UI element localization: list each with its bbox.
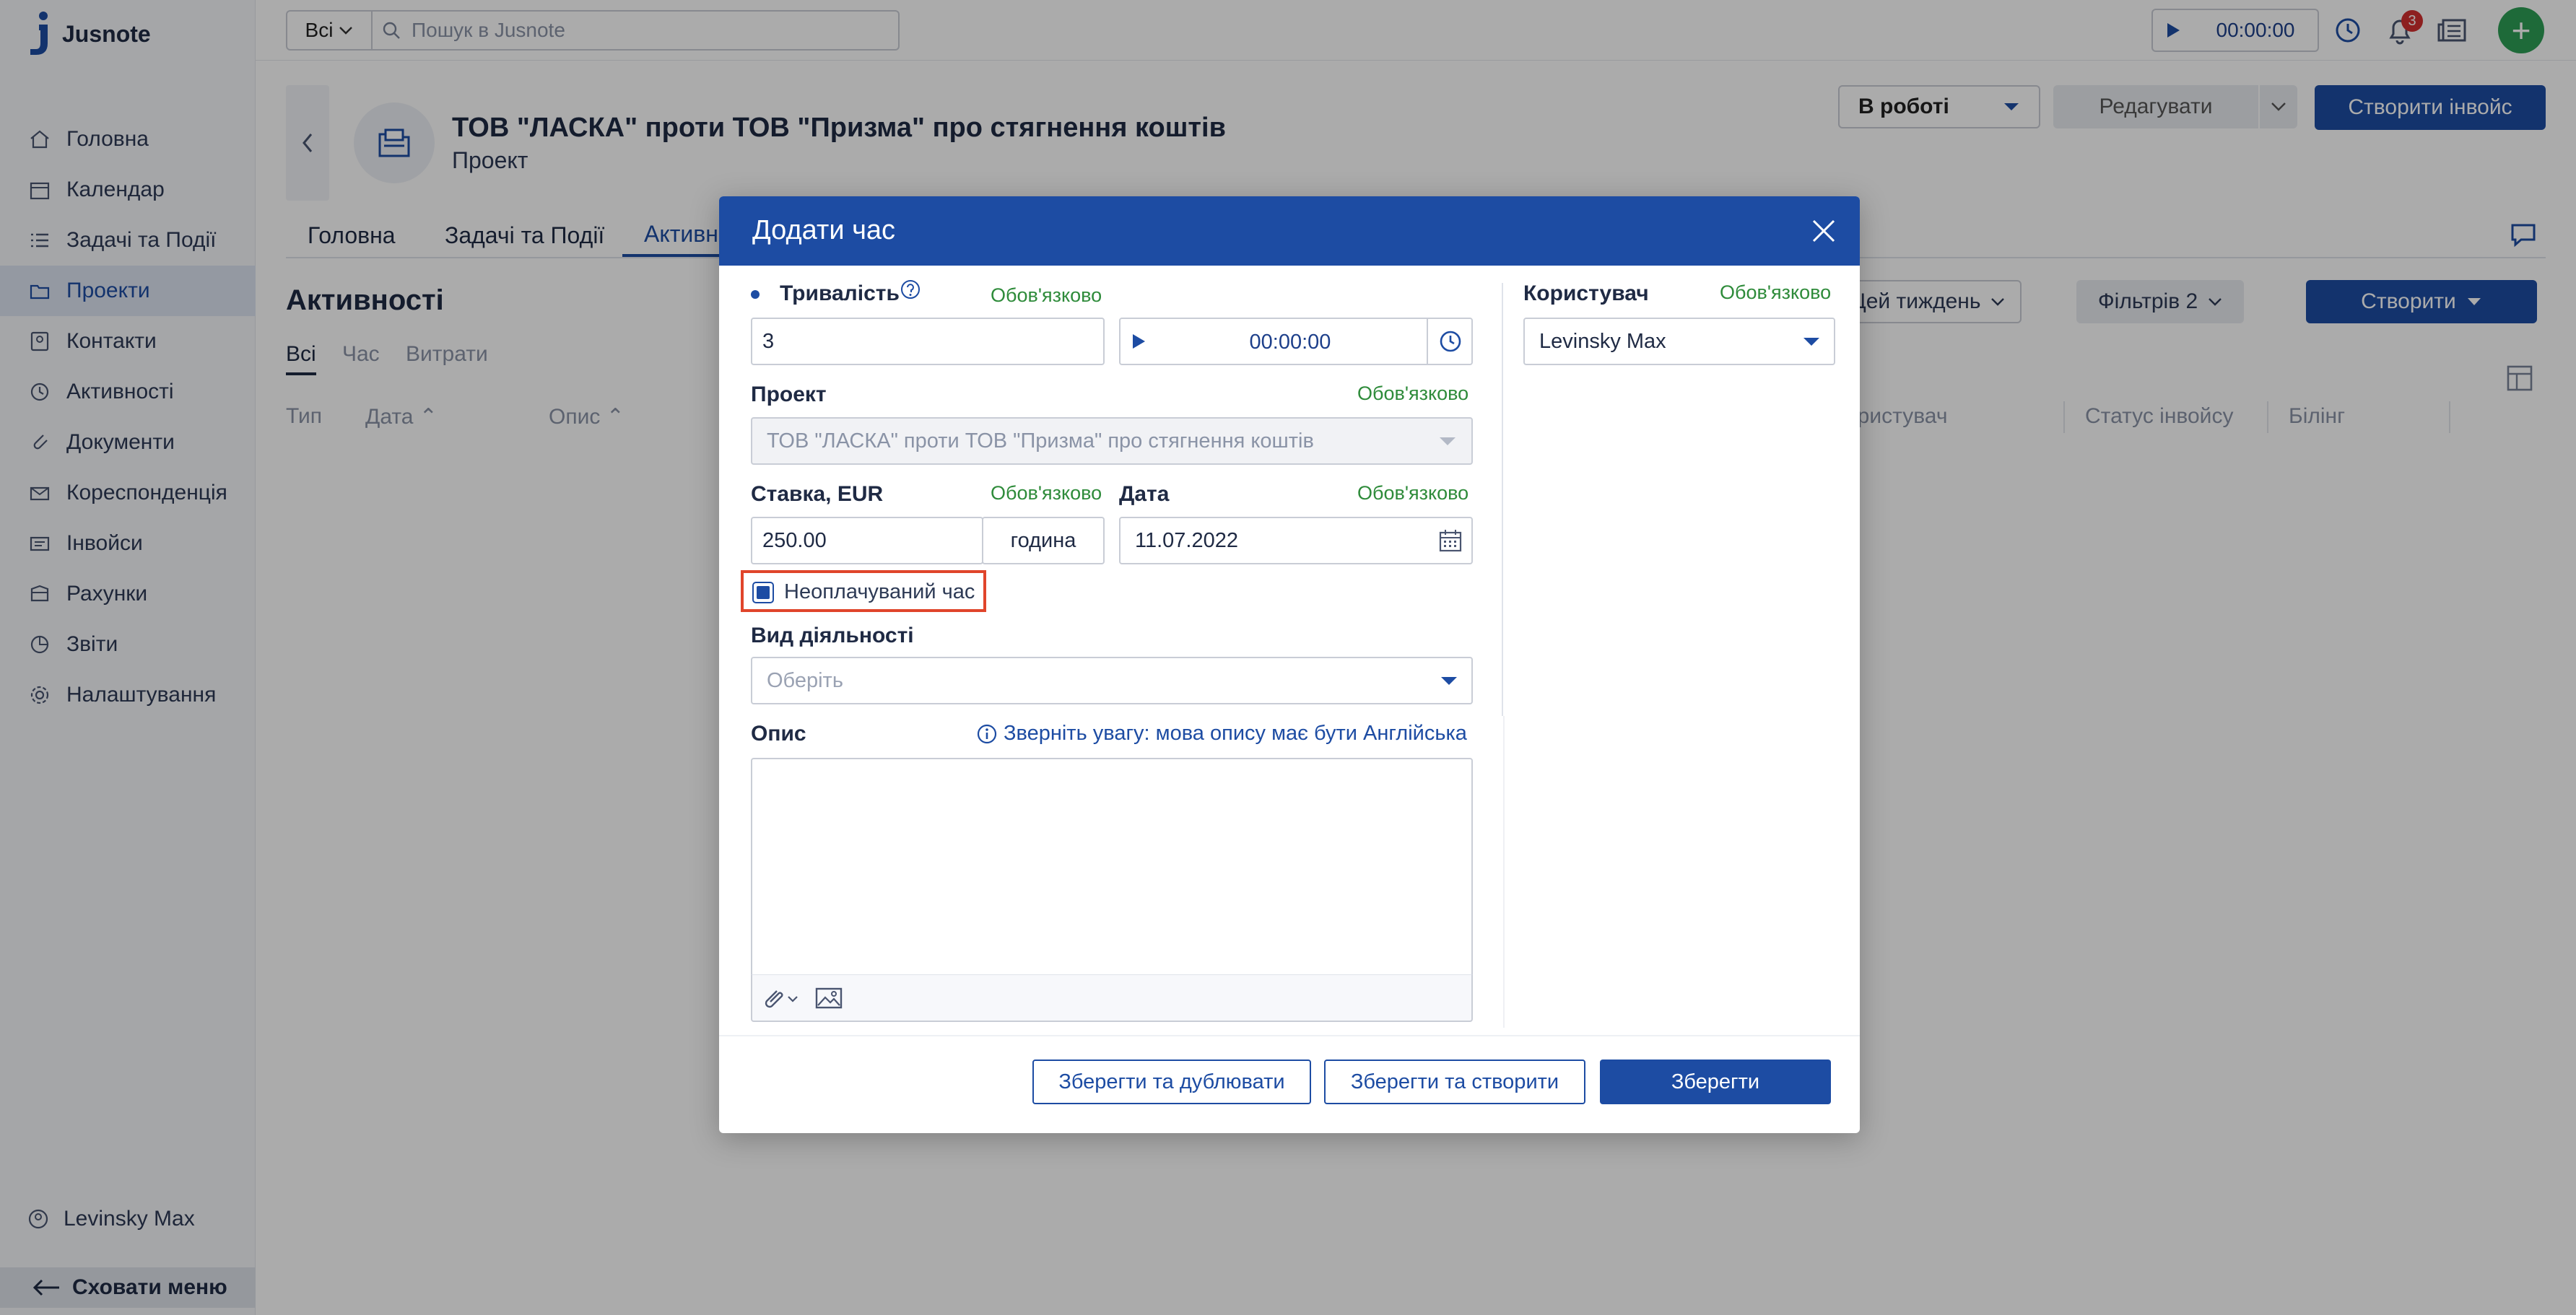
activity-type-label: Вид діяльності — [751, 624, 914, 647]
rate-required: Обов'язково — [991, 482, 1102, 504]
note-text: Зверніть увагу: мова опису має бути Англ… — [1004, 722, 1467, 745]
add-time-dialog: Додати час Тривалість Обов'язково 3 00:0… — [719, 196, 1860, 1133]
question-icon — [901, 280, 920, 299]
rate-input[interactable]: 250.00 — [751, 517, 983, 564]
duration-timer: 00:00:00 — [1119, 318, 1473, 365]
divider — [1427, 319, 1428, 364]
caret-down-icon — [1803, 338, 1819, 346]
caret-down-icon — [1440, 437, 1455, 445]
user-label: Користувач — [1523, 281, 1649, 305]
bullet-dot — [751, 290, 760, 299]
rate-unit-value: година — [1010, 528, 1076, 552]
timer-history-button[interactable] — [1430, 319, 1471, 364]
date-input[interactable]: 11.07.2022 — [1119, 517, 1473, 564]
rate-value: 250.00 — [762, 528, 827, 552]
project-select[interactable]: ТОВ "ЛАСКА" проти ТОВ "Призма" про стягн… — [751, 417, 1473, 465]
close-icon — [1812, 219, 1835, 243]
duration-label: Тривалість — [780, 281, 900, 305]
activity-type-select[interactable]: Оберіть — [751, 657, 1473, 704]
duration-required: Обов'язково — [991, 284, 1102, 306]
description-language-note: Зверніть увагу: мова опису має бути Англ… — [976, 722, 1467, 746]
rate-unit-select[interactable]: година — [982, 517, 1105, 564]
play-button[interactable] — [1121, 319, 1157, 364]
duration-value: 3 — [762, 329, 775, 353]
user-select-value: Levinsky Max — [1539, 329, 1666, 353]
play-icon — [1133, 334, 1145, 349]
description-toolbar — [751, 974, 1473, 1022]
description-label: Опис — [751, 722, 806, 746]
nonbillable-label[interactable]: Неоплачуваний час — [784, 580, 975, 604]
insert-image-button[interactable] — [814, 985, 843, 1011]
checkbox-mark — [757, 586, 770, 599]
date-label: Дата — [1119, 482, 1170, 506]
info-icon — [977, 724, 997, 743]
project-select-value: ТОВ "ЛАСКА" проти ТОВ "Призма" про стягн… — [767, 429, 1314, 453]
calendar-icon — [1439, 530, 1462, 552]
save-button[interactable]: Зберегти — [1600, 1060, 1831, 1104]
close-button[interactable] — [1805, 212, 1842, 250]
caret-down-icon — [1441, 677, 1457, 685]
activity-type-placeholder: Оберіть — [767, 668, 843, 692]
project-label: Проект — [751, 383, 827, 406]
help-button[interactable] — [900, 279, 921, 300]
user-select[interactable]: Levinsky Max — [1523, 318, 1835, 365]
project-required: Обов'язково — [1357, 383, 1469, 404]
save-and-duplicate-button[interactable]: Зберегти та дублювати — [1032, 1060, 1311, 1104]
history-icon — [1440, 331, 1461, 352]
dialog-footer-divider — [719, 1035, 1860, 1036]
rate-label: Ставка, EUR — [751, 482, 884, 506]
duration-input[interactable]: 3 — [751, 318, 1105, 365]
dialog-header: Додати час — [719, 196, 1860, 266]
user-required: Обов'язково — [1720, 281, 1832, 303]
dialog-title: Додати час — [752, 215, 896, 245]
date-required: Обов'язково — [1357, 482, 1469, 504]
column-divider — [1503, 716, 1505, 1028]
date-value: 11.07.2022 — [1135, 528, 1238, 552]
description-textarea[interactable] — [751, 758, 1473, 976]
image-icon — [815, 987, 843, 1009]
timer-value: 00:00:00 — [1249, 331, 1331, 354]
nonbillable-checkbox[interactable] — [752, 582, 774, 603]
attach-button[interactable] — [761, 985, 804, 1011]
column-divider — [1502, 283, 1503, 716]
save-and-create-button[interactable]: Зберегти та створити — [1324, 1060, 1585, 1104]
paperclip-icon — [765, 990, 798, 1008]
